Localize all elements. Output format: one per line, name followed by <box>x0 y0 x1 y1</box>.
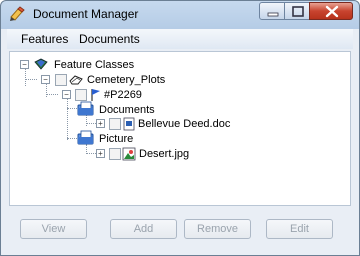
edit-button[interactable]: Edit <box>266 219 333 239</box>
tree-connector <box>25 66 26 86</box>
tree-connector <box>67 108 77 109</box>
tree-label-doc: Bellevue Deed.doc <box>138 118 231 130</box>
maximize-button[interactable] <box>284 2 310 20</box>
feature-tree[interactable]: − Feature Classes − Cemetery_Plots − #P2… <box>9 51 351 206</box>
collapse-toggle[interactable]: − <box>62 90 71 99</box>
document-checkbox[interactable] <box>109 118 121 130</box>
tree-label-documents: Documents <box>99 104 155 116</box>
tree-connector <box>86 153 96 154</box>
tree-label-layer: Cemetery_Plots <box>87 74 166 86</box>
flag-icon <box>91 89 100 101</box>
feature-checkbox[interactable] <box>75 89 87 101</box>
maximize-icon <box>292 6 304 17</box>
tree-connector <box>67 98 68 140</box>
remove-button[interactable]: Remove <box>184 219 251 239</box>
menu-bar: Features Documents <box>7 29 353 49</box>
tree-label-root: Feature Classes <box>54 59 135 71</box>
add-button[interactable]: Add <box>110 219 177 239</box>
word-document-icon <box>123 117 135 131</box>
picture-checkbox[interactable] <box>109 148 121 160</box>
close-button[interactable] <box>309 2 353 20</box>
view-button[interactable]: View <box>20 219 87 239</box>
tree-connector <box>46 94 58 95</box>
collapse-toggle[interactable]: − <box>20 60 29 69</box>
tree-connector <box>86 123 96 124</box>
button-bar: View Add Remove Edit <box>7 209 353 249</box>
document-manager-window: Document Manager Features Documents − Fe… <box>0 0 360 256</box>
minimize-icon <box>267 12 279 17</box>
window-title: Document Manager <box>33 7 139 21</box>
layer-checkbox[interactable] <box>55 74 67 86</box>
polygon-layer-icon <box>69 75 83 85</box>
menu-features[interactable]: Features <box>21 32 68 46</box>
collapse-toggle[interactable]: − <box>41 75 50 84</box>
tree-connector <box>25 79 37 80</box>
tree-label-pic: Desert.jpg <box>139 148 190 160</box>
expand-toggle[interactable]: + <box>96 119 105 128</box>
tree-connector <box>67 138 77 139</box>
app-icon <box>10 6 25 21</box>
image-file-icon <box>122 147 136 161</box>
tree-label-feature: #P2269 <box>104 89 142 101</box>
feature-classes-icon <box>34 58 48 70</box>
expand-toggle[interactable]: + <box>96 149 105 158</box>
menu-documents[interactable]: Documents <box>79 32 140 46</box>
folder-icon <box>77 101 94 116</box>
title-bar[interactable]: Document Manager <box>1 1 359 27</box>
tree-label-picture: Picture <box>99 133 134 145</box>
folder-icon <box>77 130 94 145</box>
minimize-button[interactable] <box>259 2 285 20</box>
close-icon <box>325 5 339 18</box>
